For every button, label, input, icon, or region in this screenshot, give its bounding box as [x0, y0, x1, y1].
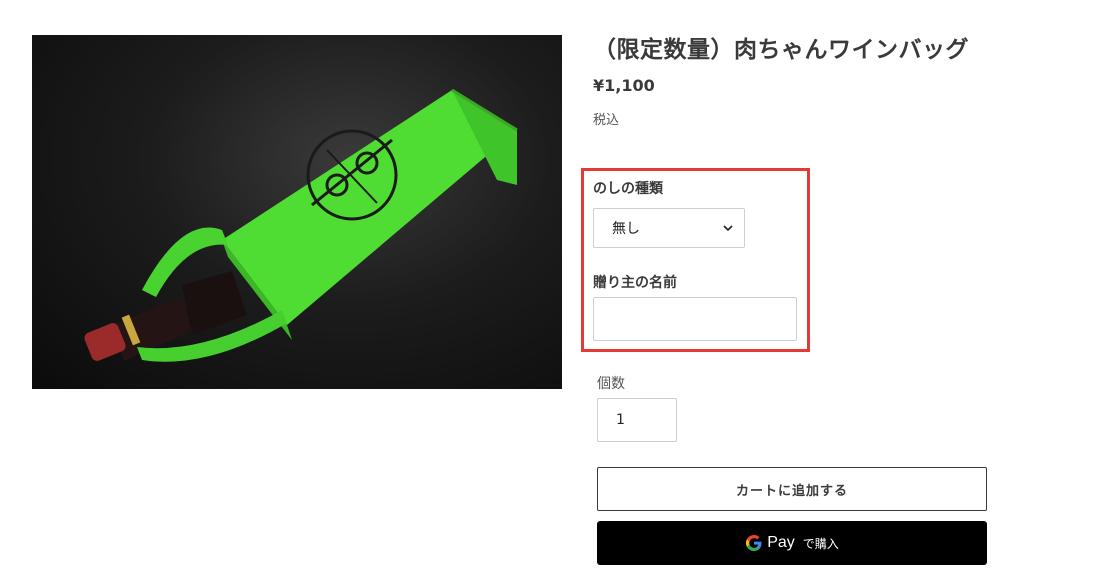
product-title: （限定数量）肉ちゃんワインバッグ — [593, 37, 969, 63]
quantity-input[interactable] — [597, 398, 677, 442]
noshi-type-select[interactable]: 無し — [593, 208, 745, 248]
sender-name-input[interactable] — [593, 297, 797, 341]
chevron-down-icon — [722, 222, 734, 234]
wine-bag-illustration — [84, 88, 518, 362]
product-price: ¥1,100 — [593, 76, 655, 95]
google-pay-buy-label: で購入 — [802, 536, 839, 551]
google-pay-button[interactable]: Pay で購入 — [597, 521, 987, 565]
quantity-label: 個数 — [597, 376, 625, 392]
noshi-type-label: のしの種類 — [593, 181, 663, 197]
google-pay-brand: Pay — [767, 534, 795, 551]
product-image — [32, 35, 562, 389]
tax-note: 税込 — [593, 113, 620, 128]
noshi-selected-value: 無し — [612, 221, 640, 237]
sender-name-label: 贈り主の名前 — [593, 275, 677, 291]
google-g-icon — [745, 534, 763, 552]
add-to-cart-button[interactable]: カートに追加する — [597, 467, 987, 511]
